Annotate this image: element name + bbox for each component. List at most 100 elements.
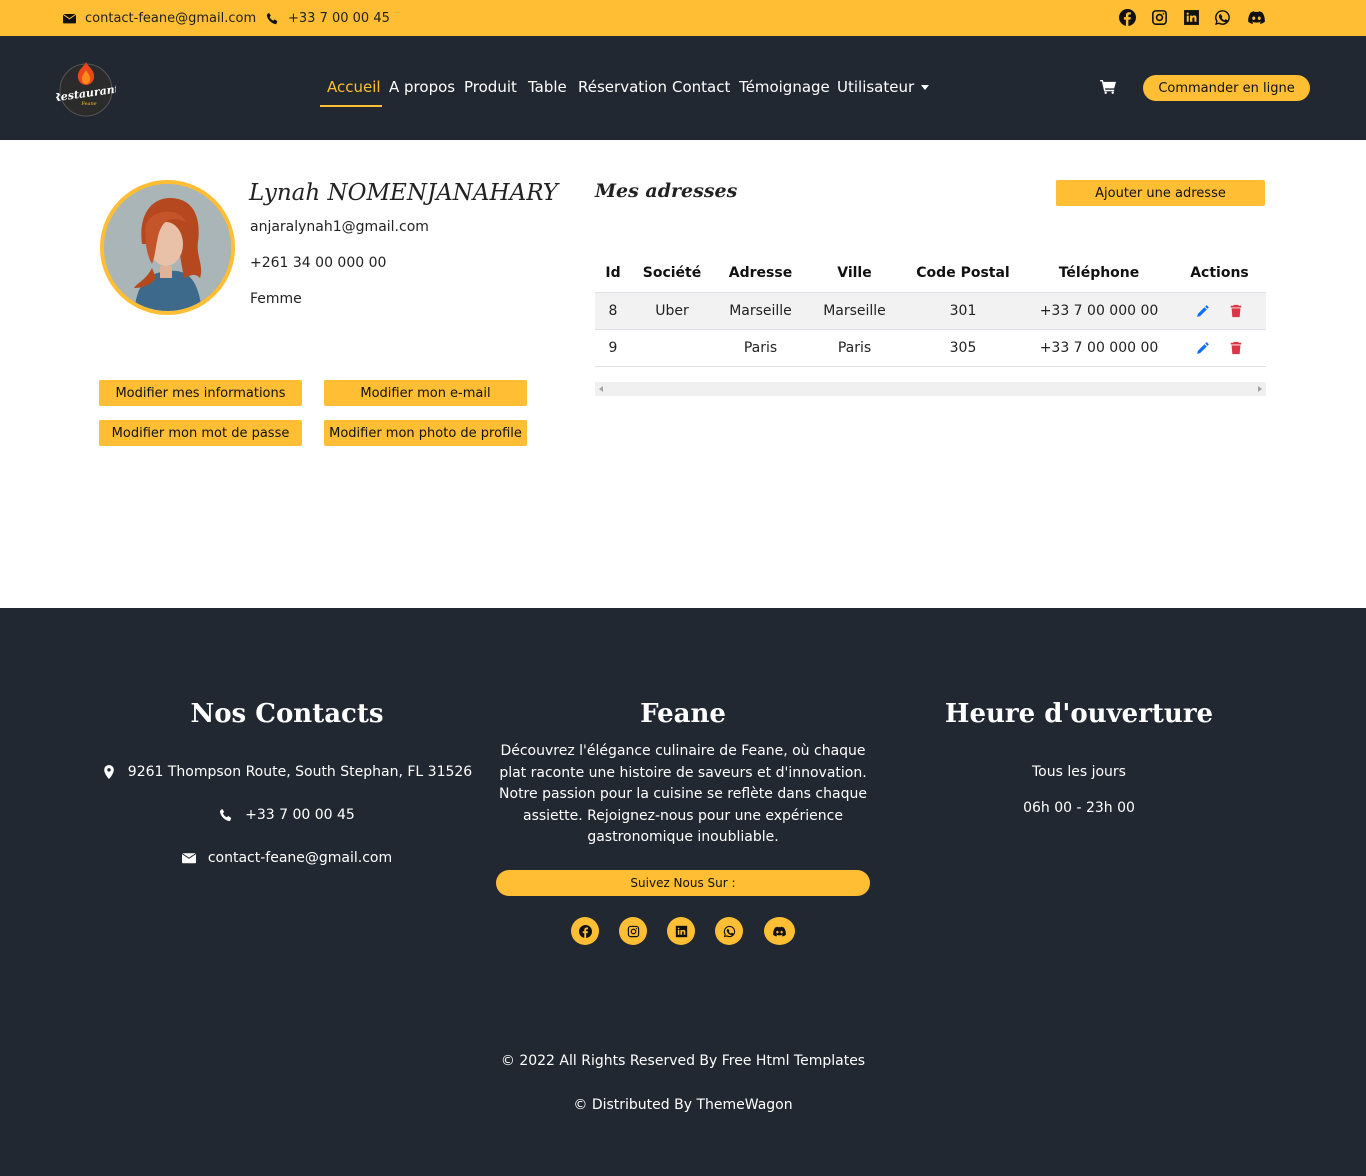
- edit-address-button[interactable]: [1196, 341, 1210, 355]
- edit-email-button[interactable]: Modifier mon e-mail: [324, 380, 527, 406]
- footer-hours-title: Heure d'ouverture: [944, 699, 1214, 729]
- scroll-right-arrow-icon[interactable]: [1258, 386, 1262, 392]
- topbar-instagram-link[interactable]: [1151, 9, 1169, 27]
- column-header-societe: Société: [642, 265, 702, 282]
- envelope-icon: [63, 13, 76, 23]
- footer-address-text: 9261 Thompson Route, South Stephan, FL 3…: [127, 764, 473, 780]
- footer-brand-title: Feane: [640, 699, 726, 729]
- map-marker-icon: [103, 765, 114, 779]
- top-info-bar: contact-feane@gmail.com +33 7 00 00 45: [0, 0, 1366, 36]
- footer-address[interactable]: 9261 Thompson Route, South Stephan, FL 3…: [100, 764, 474, 780]
- column-header-actions: Actions: [1190, 265, 1249, 282]
- chevron-down-icon: [921, 85, 930, 90]
- linkedin-icon: [675, 925, 687, 937]
- profile-email: anjaralynah1@gmail.com: [250, 219, 429, 235]
- facebook-icon: [1119, 9, 1136, 26]
- column-header-adresse: Adresse: [728, 265, 793, 282]
- footer-phone-text: +33 7 00 00 45: [245, 807, 355, 823]
- cell-ville: Paris: [808, 328, 901, 367]
- footer-phone[interactable]: +33 7 00 00 45: [100, 807, 474, 823]
- profile-name: Lynah NOMENJANAHARY: [249, 180, 558, 206]
- edit-password-button[interactable]: Modifier mon mot de passe: [99, 420, 302, 446]
- table-row: 8 Uber Marseille Marseille 301 +33 7 00 …: [595, 291, 1266, 329]
- footer-email-text: contact-feane@gmail.com: [207, 850, 393, 866]
- nav-item-table[interactable]: Table: [528, 78, 567, 96]
- edit-info-button[interactable]: Modifier mes informations: [99, 380, 302, 406]
- footer-whatsapp-link[interactable]: [715, 917, 743, 945]
- topbar-phone[interactable]: +33 7 00 00 45: [266, 0, 390, 36]
- instagram-icon: [627, 925, 639, 937]
- cell-societe: [631, 328, 713, 367]
- nav-active-indicator: [320, 105, 382, 107]
- table-row: 9 Paris Paris 305 +33 7 00 000 00: [595, 328, 1266, 367]
- delete-address-button[interactable]: [1229, 304, 1243, 318]
- footer-linkedin-link[interactable]: [667, 917, 695, 945]
- addresses-title: Mes adresses: [595, 180, 738, 202]
- footer-facebook-link[interactable]: [571, 917, 599, 945]
- nav-item-temoignage[interactable]: Témoignage: [739, 78, 830, 96]
- column-header-id: Id: [605, 265, 621, 282]
- nav-item-reservation[interactable]: Réservation: [578, 78, 667, 96]
- nav-item-produit[interactable]: Produit: [464, 78, 517, 96]
- cell-telephone: +33 7 00 000 00: [1025, 291, 1173, 329]
- trash-icon: [1230, 341, 1241, 354]
- discord-icon: [773, 926, 786, 936]
- cell-ville: Marseille: [808, 291, 901, 329]
- cell-id: 9: [595, 328, 631, 367]
- facebook-icon: [578, 924, 592, 938]
- instagram-icon: [1152, 10, 1167, 25]
- footer-email[interactable]: contact-feane@gmail.com: [100, 850, 474, 866]
- add-address-button[interactable]: Ajouter une adresse: [1056, 180, 1265, 206]
- topbar-email[interactable]: contact-feane@gmail.com: [63, 0, 256, 36]
- column-header-telephone: Téléphone: [1058, 265, 1140, 282]
- table-header-row: Id Société Adresse Ville Code Postal Tél…: [595, 255, 1266, 292]
- envelope-icon: [181, 853, 196, 864]
- phone-icon: [266, 12, 278, 24]
- footer-copyright: © 2022 All Rights Reserved By Free Html …: [500, 1053, 866, 1069]
- profile-phone: +261 34 00 000 00: [250, 255, 387, 271]
- order-online-button[interactable]: Commander en ligne: [1143, 75, 1310, 101]
- addresses-table: Id Société Adresse Ville Code Postal Tél…: [595, 255, 1266, 367]
- cell-code-postal: 305: [901, 328, 1025, 367]
- pencil-icon: [1197, 341, 1210, 354]
- cell-id: 8: [595, 291, 631, 329]
- scroll-left-arrow-icon[interactable]: [599, 386, 603, 392]
- cell-adresse: Marseille: [713, 291, 808, 329]
- nav-item-accueil[interactable]: Accueil: [327, 78, 381, 96]
- delete-address-button[interactable]: [1229, 341, 1243, 355]
- column-header-code-postal: Code Postal: [916, 265, 1010, 282]
- linkedin-icon: [1184, 10, 1199, 25]
- topbar-email-text: contact-feane@gmail.com: [85, 10, 257, 26]
- cart-button[interactable]: [1100, 79, 1118, 95]
- cell-actions: [1173, 291, 1266, 329]
- phone-icon: [220, 808, 232, 822]
- footer-discord-link[interactable]: [764, 917, 795, 945]
- footer-distributed: © Distributed By ThemeWagon: [573, 1097, 793, 1113]
- nav-item-a-propos[interactable]: A propos: [389, 78, 455, 96]
- edit-photo-button[interactable]: Modifier mon photo de profile: [324, 420, 527, 446]
- column-header-ville: Ville: [837, 265, 872, 282]
- nav-item-contact[interactable]: Contact: [672, 78, 730, 96]
- topbar-whatsapp-link[interactable]: [1214, 9, 1232, 27]
- pencil-icon: [1197, 304, 1210, 317]
- table-horizontal-scrollbar[interactable]: [595, 382, 1266, 396]
- cell-actions: [1173, 328, 1266, 367]
- edit-address-button[interactable]: [1196, 304, 1210, 318]
- footer-instagram-link[interactable]: [619, 917, 647, 945]
- cell-code-postal: 301: [901, 291, 1025, 329]
- topbar-discord-link[interactable]: [1248, 9, 1266, 27]
- cell-telephone: +33 7 00 000 00: [1025, 328, 1173, 367]
- cell-societe: Uber: [631, 291, 713, 329]
- profile-photo: [104, 184, 231, 311]
- nav-item-utilisateur-label: Utilisateur: [837, 78, 915, 96]
- topbar-facebook-link[interactable]: [1119, 9, 1137, 27]
- trash-icon: [1230, 304, 1241, 317]
- topbar-linkedin-link[interactable]: [1183, 9, 1201, 27]
- whatsapp-icon: [723, 925, 735, 937]
- nav-item-utilisateur[interactable]: Utilisateur: [837, 78, 930, 96]
- footer-hours-days: Tous les jours: [1032, 764, 1126, 780]
- avatar: [100, 180, 235, 315]
- discord-icon: [1248, 11, 1265, 24]
- footer-hours-time: 06h 00 - 23h 00: [1023, 800, 1135, 816]
- whatsapp-icon: [1215, 10, 1230, 25]
